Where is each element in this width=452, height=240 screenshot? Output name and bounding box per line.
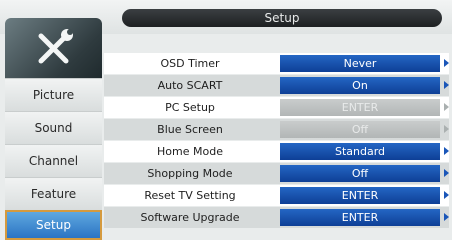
menu-row-blue-screen[interactable]: Blue Screen Off (104, 119, 449, 140)
row-label: Auto SCART (157, 79, 223, 92)
menu-row-reset-tv-setting[interactable]: Reset TV Setting ENTER (104, 185, 449, 206)
row-label: Blue Screen (157, 123, 223, 136)
row-value[interactable]: Off (280, 165, 440, 182)
sidebar-item-sound[interactable]: Sound (5, 111, 102, 144)
menu-row-shopping-mode[interactable]: Shopping Mode Off (104, 163, 449, 184)
arrow-right-icon (444, 103, 449, 111)
row-value[interactable]: ENTER (280, 209, 440, 226)
menu-row-home-mode[interactable]: Home Mode Standard (104, 141, 449, 162)
sidebar-item-picture[interactable]: Picture (5, 78, 102, 111)
row-value: Off (280, 121, 440, 138)
row-label: PC Setup (165, 101, 215, 114)
arrow-right-icon[interactable] (444, 213, 449, 221)
row-value[interactable]: Standard (280, 143, 440, 160)
arrow-right-icon[interactable] (444, 81, 449, 89)
arrow-right-icon[interactable] (444, 191, 449, 199)
arrow-right-icon[interactable] (444, 169, 449, 177)
sidebar: Picture Sound Channel Feature Setup (5, 18, 102, 240)
row-label: Shopping Mode (147, 167, 233, 180)
arrow-right-icon[interactable] (444, 59, 449, 67)
menu-row-pc-setup[interactable]: PC Setup ENTER (104, 97, 449, 118)
sidebar-item-feature[interactable]: Feature (5, 177, 102, 210)
menu-row-software-upgrade[interactable]: Software Upgrade ENTER (104, 207, 449, 228)
arrow-right-icon[interactable] (444, 147, 449, 155)
row-label: OSD Timer (160, 57, 220, 70)
menu-row-auto-scart[interactable]: Auto SCART On (104, 75, 449, 96)
page-title: Setup (122, 9, 442, 27)
sidebar-item-setup[interactable]: Setup (5, 210, 102, 240)
row-label: Reset TV Setting (144, 189, 236, 202)
row-value[interactable]: Never (280, 55, 440, 72)
menu-row-osd-timer[interactable]: OSD Timer Never (104, 53, 449, 74)
row-value[interactable]: On (280, 77, 440, 94)
row-label: Home Mode (157, 145, 223, 158)
row-label: Software Upgrade (140, 211, 240, 224)
row-value[interactable]: ENTER (280, 187, 440, 204)
row-value: ENTER (280, 99, 440, 116)
arrow-right-icon (444, 125, 449, 133)
tools-icon (5, 18, 102, 78)
wrench-screwdriver-icon (38, 29, 73, 64)
sidebar-item-channel[interactable]: Channel (5, 144, 102, 177)
